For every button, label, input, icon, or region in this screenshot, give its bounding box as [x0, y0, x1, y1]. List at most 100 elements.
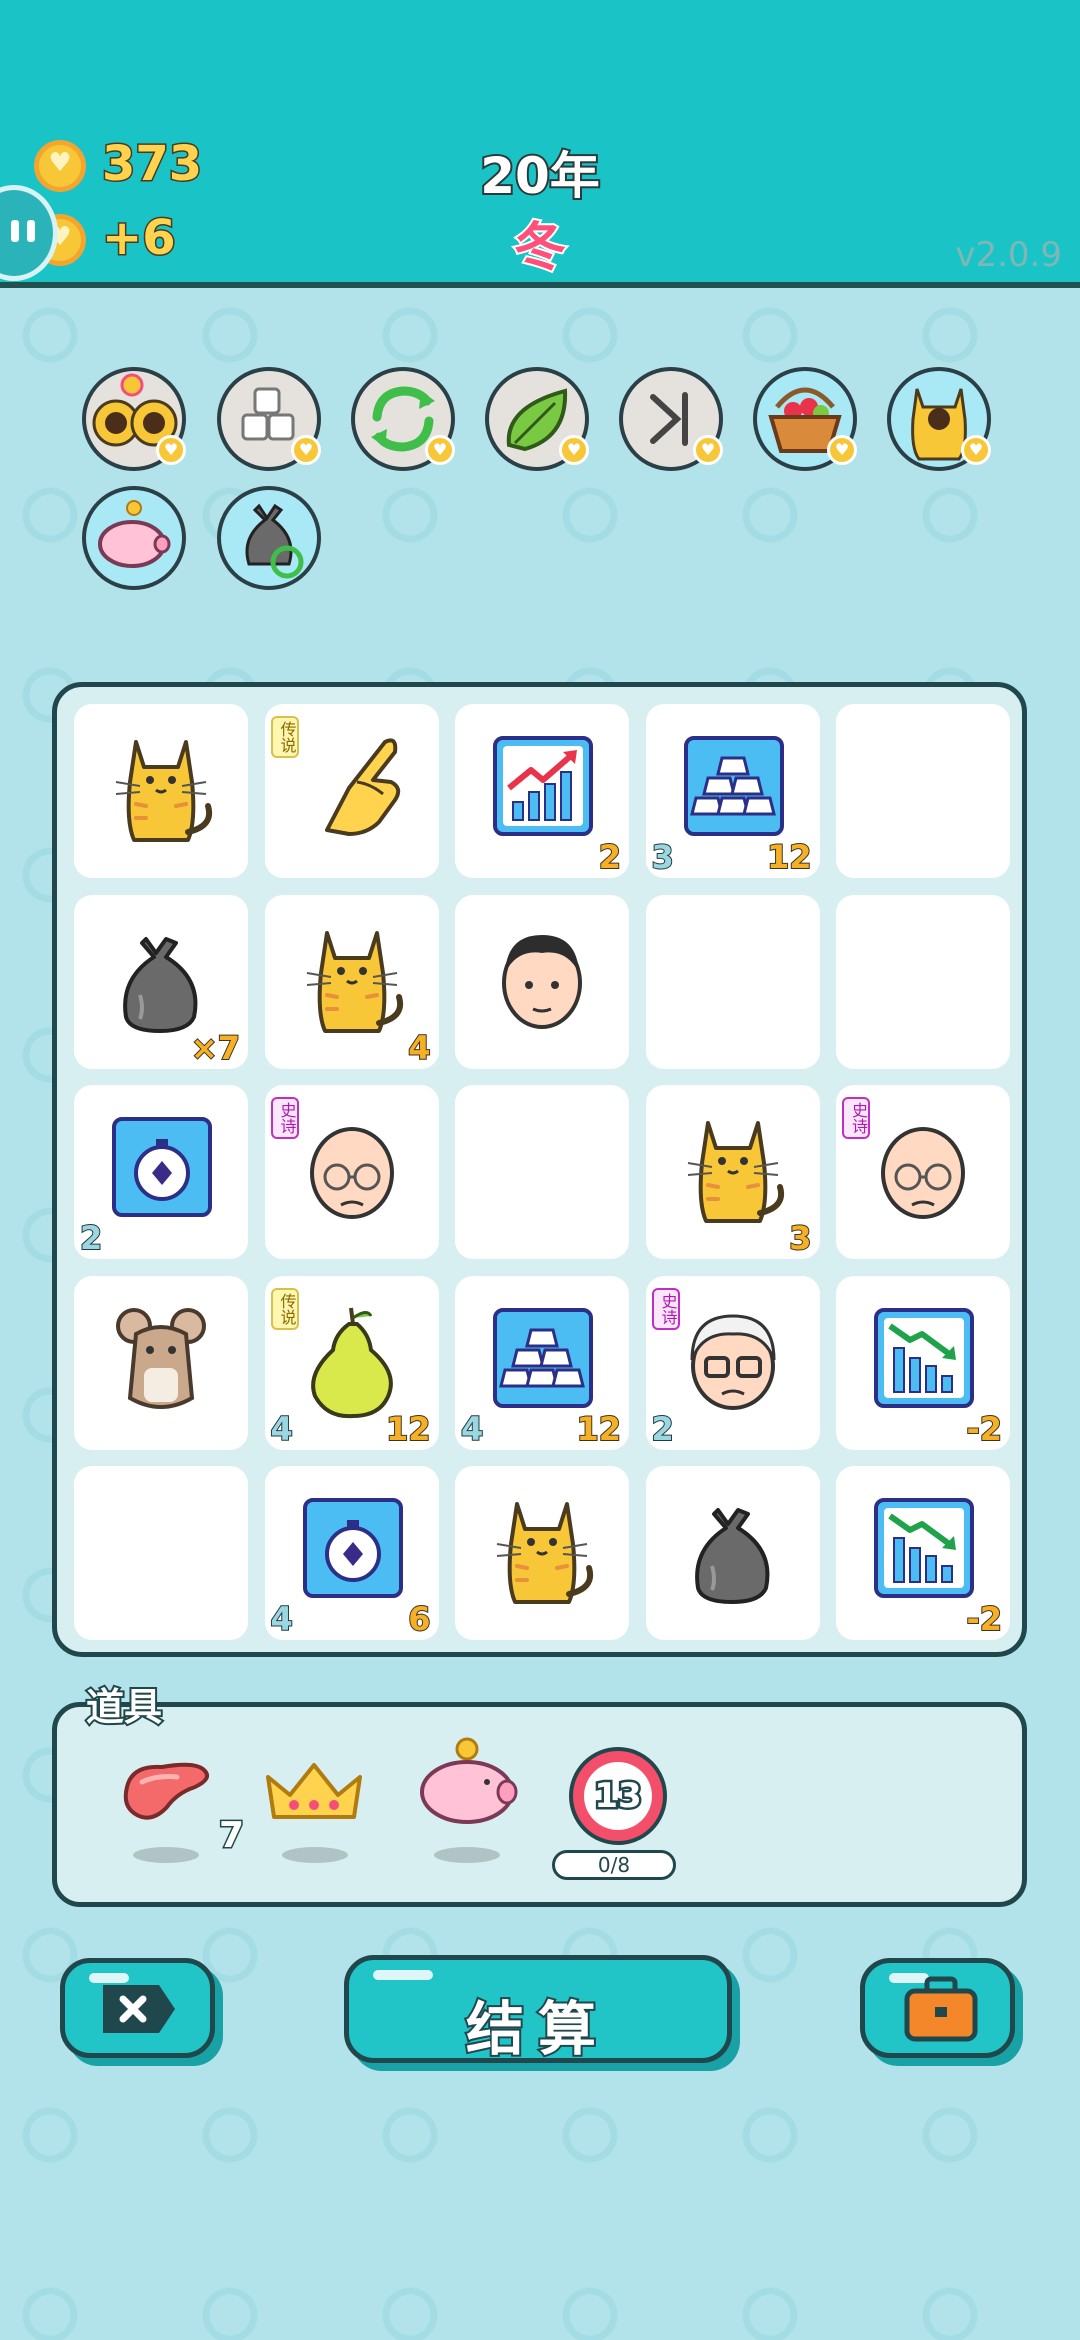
- board-cell[interactable]: [74, 1466, 248, 1640]
- settle-button[interactable]: 结算: [344, 1955, 732, 2065]
- board-cell[interactable]: [74, 1275, 248, 1450]
- cell-value: -2: [965, 1599, 1003, 1639]
- grandpa-icon: [690, 1313, 775, 1410]
- man-face-icon: [502, 934, 582, 1029]
- relic-refresh-arrows[interactable]: ♥: [351, 367, 455, 471]
- inventory-button[interactable]: [860, 1958, 1015, 2058]
- quit-button[interactable]: [60, 1958, 215, 2058]
- board-cell[interactable]: [455, 1466, 629, 1640]
- board-cell[interactable]: 史诗: [264, 1085, 439, 1259]
- board-cell[interactable]: 2: [74, 1085, 248, 1259]
- relic-skip-end[interactable]: ♥: [619, 367, 723, 471]
- version-label: v2.0.9: [955, 235, 1062, 275]
- board-cell[interactable]: 史诗: [836, 1085, 1010, 1259]
- board-cell[interactable]: [645, 1466, 820, 1640]
- board-cell[interactable]: 4: [264, 894, 439, 1069]
- cat-icon: [115, 740, 212, 842]
- board-cell[interactable]: [645, 894, 820, 1069]
- cell-counter: 4: [460, 1409, 484, 1449]
- year-label: 20年: [478, 145, 602, 207]
- items-panel: 7 13: [52, 1702, 1027, 1907]
- cell-value: 12: [575, 1409, 622, 1449]
- cell-value: 2: [598, 837, 622, 877]
- garbage-bag-icon: [123, 936, 198, 1033]
- cat-icon: [496, 1502, 593, 1604]
- board-cell[interactable]: ×7: [74, 894, 248, 1069]
- top-bar: 373 +6 20年 冬 v2.0.9: [0, 0, 1080, 288]
- relic-fruit-basket[interactable]: ♥: [753, 367, 857, 471]
- relic-cubes[interactable]: ♥: [217, 367, 321, 471]
- stopwatch-icon: [112, 1117, 212, 1217]
- rarity-tag: 传说: [270, 1287, 299, 1330]
- gold-bars-icon: [683, 736, 784, 836]
- recycle-bag-icon: [245, 503, 304, 579]
- items-title: 道具: [84, 1683, 164, 1731]
- rarity-tag: 传说: [270, 716, 299, 758]
- garbage-bag-icon: [694, 1508, 769, 1604]
- relic-recycle-bag[interactable]: [217, 486, 321, 590]
- board-cell[interactable]: -2: [836, 1275, 1010, 1450]
- pause-icon: [11, 220, 19, 242]
- cell-value: 12: [385, 1409, 432, 1449]
- relic-cat[interactable]: ♥: [887, 367, 991, 471]
- button-gloss: [373, 1970, 433, 1980]
- board-cell[interactable]: [455, 894, 629, 1069]
- board-cell[interactable]: [74, 704, 248, 878]
- old-man-icon: [881, 1127, 965, 1219]
- heart-badge-icon: ♥: [827, 435, 857, 465]
- timer-badge-icon: 13: [569, 1747, 667, 1845]
- cat-icon: [687, 1121, 784, 1223]
- liver-count: 7: [217, 1814, 245, 1858]
- mouse-icon: [116, 1307, 206, 1409]
- board-cell[interactable]: 4 12: [455, 1275, 629, 1450]
- rarity-tag: 史诗: [842, 1097, 870, 1139]
- pear-icon: [310, 1307, 393, 1418]
- liver-item[interactable]: 7: [117, 1747, 246, 1863]
- relic-sunflower-cats[interactable]: ♥: [82, 367, 186, 471]
- board-cell[interactable]: [455, 1085, 629, 1259]
- board-cell[interactable]: 2: [455, 704, 629, 878]
- old-man-icon: [309, 1127, 394, 1219]
- chart-down-icon: [874, 1498, 974, 1598]
- board-cell[interactable]: 史诗 2: [645, 1275, 820, 1450]
- stopwatch-icon: [302, 1498, 403, 1598]
- cell-value: 12: [766, 837, 813, 877]
- briefcase-icon: [904, 1976, 978, 2042]
- settle-label: 结算: [464, 1993, 610, 2065]
- board-cell[interactable]: 3: [645, 1085, 820, 1259]
- piggy-bank-item[interactable]: [412, 1737, 522, 1863]
- piggy-bank-icon: [420, 1737, 518, 1824]
- cell-counter: 2: [79, 1218, 103, 1258]
- cat-icon: [306, 930, 403, 1033]
- board-cell[interactable]: 传说: [264, 704, 439, 878]
- cell-value: 3: [788, 1218, 812, 1258]
- board-cell[interactable]: 46: [264, 1466, 439, 1640]
- board-cell[interactable]: -2: [836, 1466, 1010, 1640]
- crown-item[interactable]: [262, 1747, 372, 1863]
- cell-value: 6: [407, 1599, 431, 1639]
- pointing-hand-icon: [324, 738, 400, 836]
- season-label: 冬: [512, 216, 568, 280]
- cell-value: -2: [965, 1409, 1003, 1449]
- timer-badge-item[interactable]: 13: [567, 1747, 677, 1857]
- timer-progress: 0/8: [552, 1850, 676, 1880]
- heart-badge-icon: ♥: [693, 435, 723, 465]
- cell-counter: 4: [269, 1599, 293, 1639]
- board-cell[interactable]: [836, 894, 1010, 1069]
- rarity-tag: 史诗: [270, 1097, 299, 1139]
- board-cell[interactable]: 传说 4 12: [264, 1275, 439, 1450]
- cell-value: 4: [407, 1028, 431, 1068]
- gold-bars-icon: [493, 1307, 593, 1408]
- item-shadow: [133, 1847, 199, 1863]
- board-cell[interactable]: [836, 704, 1010, 878]
- liver-icon: [123, 1762, 209, 1820]
- rarity-tag: 史诗: [651, 1287, 680, 1330]
- relic-leaf[interactable]: ♥: [485, 367, 589, 471]
- heart-badge-icon: ♥: [559, 435, 589, 465]
- item-shadow: [282, 1847, 348, 1863]
- board-cell[interactable]: 3 12: [645, 704, 820, 878]
- relic-piggy-bank[interactable]: [82, 486, 186, 590]
- heart-badge-icon: ♥: [156, 435, 186, 465]
- heart-badge-icon: ♥: [291, 435, 321, 465]
- timer-badge-value: 13: [592, 1774, 644, 1819]
